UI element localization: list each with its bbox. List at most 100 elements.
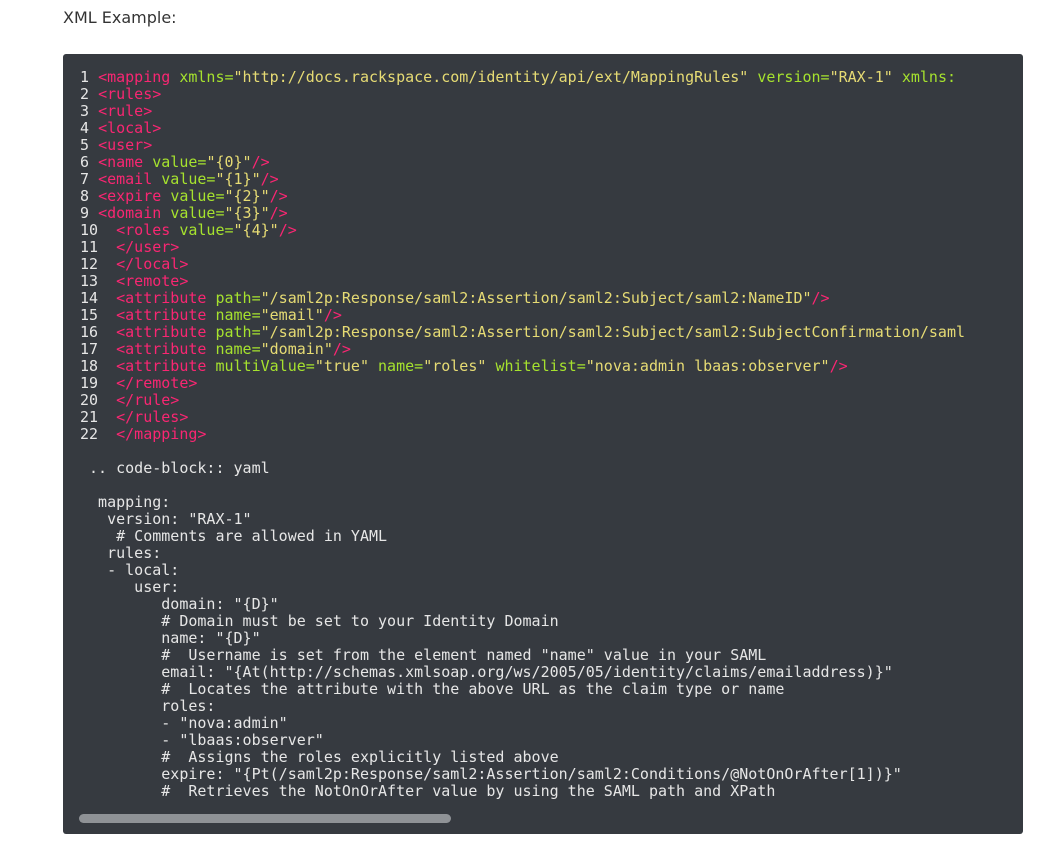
- xml-tag: </mapping>: [116, 425, 207, 443]
- xml-tag: />: [811, 289, 830, 307]
- xml-tag: </remote>: [116, 374, 198, 392]
- code-line: 8 <expire value="{2}"/>: [80, 187, 288, 205]
- code-line: 19 </remote>: [80, 374, 197, 392]
- xml-tag: <rule>: [98, 102, 153, 120]
- xml-tag: <remote>: [116, 272, 189, 290]
- code-line: 21 </rules>: [80, 408, 188, 426]
- xml-tag: <expire: [98, 187, 162, 205]
- yaml-line: - "lbaas:observer": [80, 731, 324, 749]
- yaml-line: - local:: [80, 561, 180, 579]
- horizontal-scrollbar[interactable]: [63, 808, 1023, 834]
- xml-attribute: xmlns:: [901, 68, 957, 86]
- line-number: 1: [80, 68, 99, 86]
- yaml-line: # Comments are allowed in YAML: [80, 527, 388, 545]
- xml-string: "domain": [260, 340, 333, 358]
- xml-attribute: value=: [179, 221, 234, 239]
- xml-string: "{4}": [233, 221, 279, 239]
- yaml-line: rules:: [80, 544, 162, 562]
- xml-tag: <attribute: [116, 340, 207, 358]
- yaml-line: domain: "{D}": [80, 595, 279, 613]
- xml-tag: />: [251, 153, 270, 171]
- xml-tag: <attribute: [116, 289, 207, 307]
- line-number: 7: [80, 170, 99, 188]
- xml-attribute: value=: [152, 153, 207, 171]
- xml-attribute: value=: [170, 187, 225, 205]
- yaml-line: mapping:: [80, 493, 171, 511]
- code-line: 16 <attribute path="/saml2p:Response/sam…: [80, 323, 965, 341]
- xml-tag: <email: [98, 170, 153, 188]
- line-number: 18: [80, 357, 117, 375]
- yaml-line: email: "{At(http://schemas.xmlsoap.org/w…: [80, 663, 893, 681]
- yaml-line: - "nova:admin": [80, 714, 288, 732]
- xml-tag: <attribute: [116, 323, 207, 341]
- code-line: 2 <rules>: [80, 85, 161, 103]
- yaml-line: # Assigns the roles explicitly listed ab…: [80, 748, 559, 766]
- code-line: 17 <attribute name="domain"/>: [80, 340, 351, 358]
- line-number: 17: [80, 340, 117, 358]
- xml-tag: />: [269, 187, 288, 205]
- line-number: 3: [80, 102, 99, 120]
- xml-tag: <attribute: [116, 357, 207, 375]
- xml-tag: />: [323, 306, 342, 324]
- xml-tag: </rule>: [116, 391, 180, 409]
- line-number: 9: [80, 204, 99, 222]
- code-line: 20 </rule>: [80, 391, 179, 409]
- line-number: 16: [80, 323, 117, 341]
- xml-tag: />: [260, 170, 279, 188]
- section-heading: XML Example:: [63, 8, 177, 27]
- xml-tag: <local>: [98, 119, 162, 137]
- code-line: 1 <mapping xmlns="http://docs.rackspace.…: [80, 68, 956, 86]
- line-number: 20: [80, 391, 117, 409]
- xml-attribute: value=: [170, 204, 225, 222]
- xml-attribute: name=: [378, 357, 424, 375]
- line-number: 8: [80, 187, 99, 205]
- xml-attribute: name=: [215, 340, 261, 358]
- yaml-line: # Username is set from the element named…: [80, 646, 767, 664]
- line-number: 15: [80, 306, 117, 324]
- line-number: 11: [80, 238, 117, 256]
- xml-string: "email": [260, 306, 324, 324]
- xml-attribute: version=: [757, 68, 830, 86]
- code-line: 18 <attribute multiValue="true" name="ro…: [80, 357, 848, 375]
- code-line: 22 </mapping>: [80, 425, 206, 443]
- code-line: 12 </local>: [80, 255, 188, 273]
- xml-attribute: name=: [215, 306, 261, 324]
- xml-string: "{0}": [206, 153, 252, 171]
- code-line: 15 <attribute name="email"/>: [80, 306, 342, 324]
- line-number: 2: [80, 85, 99, 103]
- xml-tag: <name: [98, 153, 144, 171]
- yaml-line: # Retrieves the NotOnOrAfter value by us…: [80, 782, 776, 800]
- xml-tag: <mapping: [98, 68, 171, 86]
- scrollbar-thumb[interactable]: [79, 814, 451, 823]
- xml-string: "true": [314, 357, 369, 375]
- line-number: 19: [80, 374, 117, 392]
- code-content[interactable]: 1 <mapping xmlns="http://docs.rackspace.…: [80, 69, 965, 800]
- xml-tag: />: [829, 357, 848, 375]
- yaml-line: roles:: [80, 697, 216, 715]
- code-line: 9 <domain value="{3}"/>: [80, 204, 288, 222]
- code-line: 13 <remote>: [80, 272, 188, 290]
- line-number: 4: [80, 119, 99, 137]
- code-line: 3 <rule>: [80, 102, 152, 120]
- line-number: 22: [80, 425, 117, 443]
- xml-string: "http://docs.rackspace.com/identity/api/…: [233, 68, 749, 86]
- line-number: 21: [80, 408, 117, 426]
- line-number: 12: [80, 255, 117, 273]
- xml-string: "/saml2p:Response/saml2:Assertion/saml2:…: [260, 323, 966, 341]
- xml-attribute: xmlns=: [179, 68, 234, 86]
- yaml-line: version: "RAX-1": [80, 510, 252, 528]
- xml-string: "{3}": [224, 204, 270, 222]
- code-line: 10 <roles value="{4}"/>: [80, 221, 297, 239]
- line-number: 10: [80, 221, 117, 239]
- code-line: 6 <name value="{0}"/>: [80, 153, 270, 171]
- line-number: 5: [80, 136, 99, 154]
- xml-tag: </user>: [116, 238, 180, 256]
- code-block[interactable]: 1 <mapping xmlns="http://docs.rackspace.…: [63, 54, 1023, 834]
